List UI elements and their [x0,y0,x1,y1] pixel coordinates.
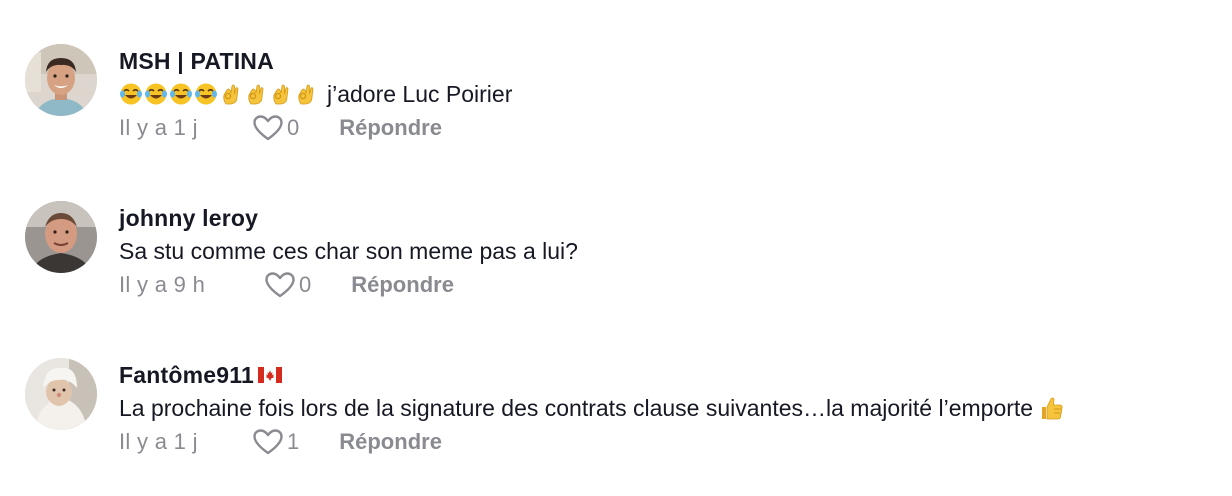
comment-item: Fantôme911 La prochaine fois lors de la … [25,358,1215,488]
heart-icon [253,115,283,141]
ok-hand-emoji-icon [294,82,318,106]
like-button[interactable]: 0 [264,271,311,299]
avatar[interactable] [25,358,97,430]
thumbs-up-emoji-icon [1039,395,1065,421]
ok-hand-emoji-icon [244,82,268,106]
username[interactable]: Fantôme911 [119,360,1215,390]
emoji-sequence [119,82,319,106]
comment-item: johnny leroy Sa stu comme ces char son m… [25,201,1215,331]
laughing-tears-emoji-icon [194,82,218,106]
timestamp: Il y a 1 j [119,115,198,140]
heart-icon [265,272,295,298]
reply-button[interactable]: Répondre [339,115,442,141]
reply-button[interactable]: Répondre [351,272,454,298]
avatar[interactable] [25,201,97,273]
comment-meta: Il y a 1 j 1 Répondre [119,427,1215,457]
comment-item: MSH | PATINA j’adore Luc Poirier Il y a … [25,44,1215,174]
ok-hand-emoji-icon [219,82,243,106]
comment-text: Sa stu comme ces char son meme pas a lui… [119,238,578,264]
heart-icon [253,429,283,455]
laughing-tears-emoji-icon [169,82,193,106]
like-count: 0 [299,272,312,297]
timestamp: Il y a 9 h [119,272,206,297]
comment-text: j’adore Luc Poirier [119,79,1215,109]
ok-hand-emoji-icon [269,82,293,106]
username[interactable]: MSH | PATINA [119,46,1215,76]
avatar[interactable] [25,44,97,116]
canada-flag-icon [257,367,282,383]
laughing-tears-emoji-icon [119,82,143,106]
username[interactable]: johnny leroy [119,203,1215,233]
reply-button[interactable]: Répondre [339,429,442,455]
comment-meta: Il y a 9 h 0 Répondre [119,270,1215,300]
laughing-tears-emoji-icon [144,82,168,106]
like-button[interactable]: 1 [252,428,299,456]
comment-text: La prochaine fois lors de la signature d… [119,393,1215,423]
comment-meta: Il y a 1 j 0 Répondre [119,113,1215,143]
like-count: 0 [287,115,300,140]
like-button[interactable]: 0 [252,114,299,142]
like-count: 1 [287,429,300,454]
timestamp: Il y a 1 j [119,429,198,454]
